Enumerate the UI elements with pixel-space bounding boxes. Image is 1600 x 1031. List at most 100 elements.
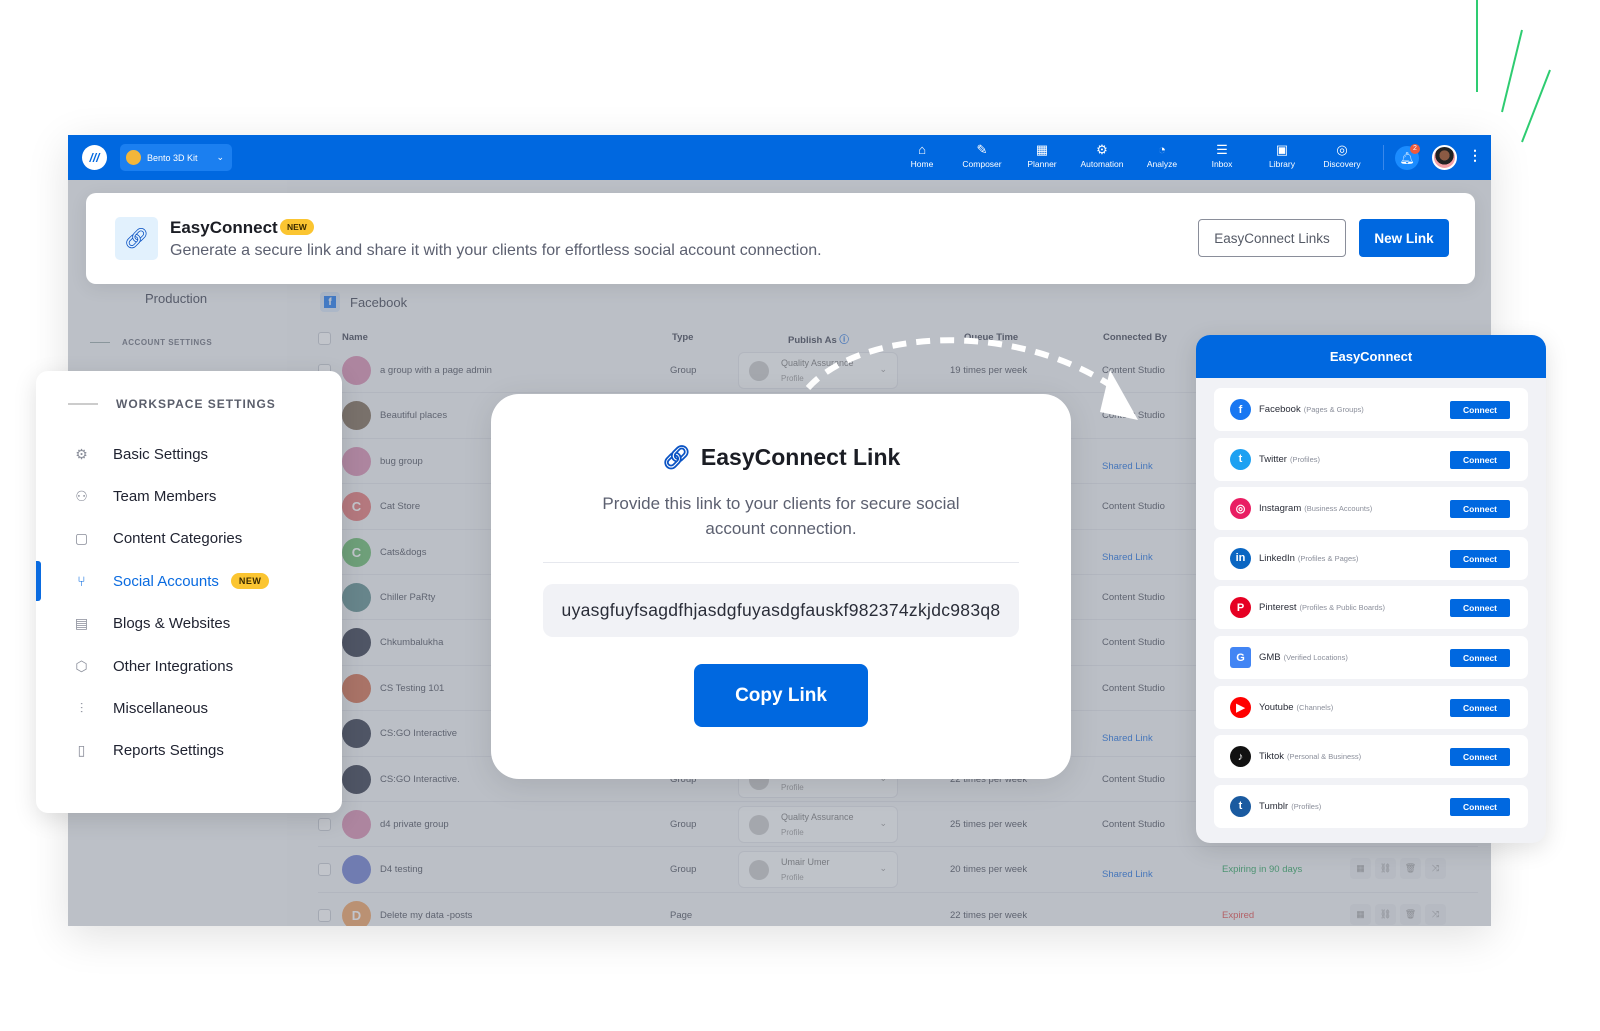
chat-icon: ☰: [1216, 142, 1228, 157]
connect-button[interactable]: Connect: [1450, 649, 1510, 667]
settings-item-label: Team Members: [113, 487, 217, 505]
branch-icon: ⑂: [77, 573, 86, 590]
platform-description: (Verified Locations): [1283, 653, 1348, 662]
platform-row-gmb: G GMB (Verified Locations) Connect: [1214, 636, 1528, 679]
nav-label: Analyze: [1146, 159, 1178, 169]
connect-button[interactable]: Connect: [1450, 599, 1510, 618]
platform-name: Youtube: [1259, 701, 1294, 713]
new-badge: NEW: [230, 573, 270, 590]
platform-row-twitter: t Twitter (Profiles) Connect: [1214, 437, 1528, 481]
new-link-button[interactable]: New Link: [1359, 219, 1449, 257]
gear-icon: ⚙: [75, 445, 88, 462]
settings-item-team-members[interactable]: ⚇ Team Members: [36, 478, 342, 514]
platform-name: Pinterest: [1259, 602, 1297, 614]
settings-item-content-categories[interactable]: ▢ Content Categories: [36, 521, 342, 557]
platform-name: Facebook: [1259, 404, 1301, 415]
platform-row-facebook: f Facebook (Pages & Groups) Connect: [1214, 388, 1528, 431]
settings-item-basic-settings[interactable]: ⚙ Basic Settings: [36, 436, 342, 472]
document-icon: ▯: [77, 742, 86, 759]
platform-name: Tumblr: [1259, 800, 1289, 812]
platform-row-instagram: ◎ Instagram (Business Accounts) Connect: [1214, 487, 1528, 531]
connect-button[interactable]: Connect: [1450, 500, 1510, 519]
calendar-icon: ▦: [1035, 142, 1049, 157]
pencil-icon: ✎: [976, 142, 988, 157]
settings-item-social-accounts[interactable]: ⑂ Social Accounts NEW: [36, 561, 342, 602]
hexagon-icon: ⬡: [75, 657, 88, 674]
facebook-icon: f: [1230, 399, 1251, 420]
platform-name: LinkedIn: [1259, 552, 1295, 564]
connect-button[interactable]: Connect: [1450, 698, 1510, 717]
platform-row-pinterest: P Pinterest (Profiles & Public Boards) Conn…: [1214, 586, 1528, 630]
platform-description: (Personal & Business): [1286, 752, 1362, 762]
easyconnect-banner: 🔗︎ EasyConnect NEW Generate a secure lin…: [86, 193, 1475, 284]
settings-item-miscellaneous[interactable]: ⫶ Miscellaneous: [36, 690, 342, 726]
workspace-switcher[interactable]: Bento 3D Kit ⌄: [120, 144, 232, 171]
more-vertical-icon[interactable]: ⋮: [1468, 147, 1482, 164]
settings-item-label: Reports Settings: [113, 742, 224, 760]
platform-description: (Channels): [1296, 702, 1334, 712]
home-icon: ⌂: [918, 142, 926, 157]
user-avatar[interactable]: [1432, 145, 1457, 170]
settings-item-label: Basic Settings: [113, 445, 209, 463]
connect-button[interactable]: Connect: [1450, 401, 1510, 419]
twitter-icon: t: [1230, 448, 1251, 470]
connect-button[interactable]: Connect: [1450, 748, 1510, 767]
nav-library[interactable]: ▣ Library: [1252, 141, 1312, 169]
platform-description: (Pages & Groups): [1303, 405, 1364, 414]
nav-home[interactable]: ⌂ Home: [892, 141, 952, 169]
platform-row-tiktok: ♪ Tiktok (Personal & Business) Connect: [1214, 735, 1528, 779]
settings-item-blogs-websites[interactable]: ▤ Blogs & Websites: [36, 606, 342, 642]
connect-button[interactable]: Connect: [1450, 450, 1510, 469]
platform-name: Instagram: [1259, 503, 1302, 515]
users-icon: ⚇: [75, 487, 88, 504]
nav-label: Discovery: [1323, 159, 1361, 169]
banner-title: EasyConnect: [170, 218, 278, 237]
modal-subtitle: Provide this link to your clients for se…: [602, 494, 960, 538]
easyconnect-links-button[interactable]: EasyConnect Links: [1198, 219, 1346, 257]
app-logo[interactable]: ///: [82, 145, 107, 170]
workspace-settings-heading: WORKSPACE SETTINGS: [68, 397, 276, 411]
top-bar: /// Bento 3D Kit ⌄ ⌂ Home ✎ Composer ▦ Planner…: [68, 135, 1491, 180]
sliders-icon: ⫶: [79, 699, 84, 716]
nav-automation[interactable]: ⚙ Automation: [1072, 141, 1132, 169]
notification-count: 2: [1410, 144, 1420, 154]
banner-subtitle: Generate a secure link and share it with…: [170, 242, 822, 259]
settings-item-label: Blogs & Websites: [113, 615, 231, 633]
connect-button[interactable]: Connect: [1450, 549, 1510, 568]
platform-description: (Profiles): [1291, 801, 1322, 811]
nav-label: Planner: [1027, 159, 1057, 169]
nav-label: Library: [1269, 159, 1295, 169]
settings-item-other-integrations[interactable]: ⬡ Other Integrations: [36, 648, 342, 684]
settings-item-label: Other Integrations: [113, 657, 234, 675]
tumblr-icon: t: [1230, 795, 1251, 817]
copy-link-button[interactable]: Copy Link: [694, 664, 868, 727]
nav-label: Composer: [962, 159, 1002, 169]
tiktok-icon: ♪: [1230, 746, 1251, 768]
nav-inbox[interactable]: ☰ Inbox: [1192, 141, 1252, 169]
platform-name: GMB: [1259, 652, 1281, 663]
link-icon: 🔗︎: [115, 217, 158, 260]
nav-analyze[interactable]: ◔ Analyze: [1132, 141, 1192, 169]
settings-item-label: Content Categories: [113, 530, 243, 548]
easyconnect-panel-title: EasyConnect: [1196, 335, 1546, 378]
divider: [543, 562, 1019, 563]
nav-composer[interactable]: ✎ Composer: [952, 141, 1012, 169]
platform-row-tumblr: t Tumblr (Profiles) Connect: [1214, 784, 1528, 828]
modal-title: 🔗︎ EasyConnect Link: [661, 444, 901, 470]
workspace-label: Bento 3D Kit: [147, 152, 198, 163]
instagram-icon: ◎: [1230, 498, 1251, 520]
nav-label: Inbox: [1211, 159, 1233, 169]
nav-planner[interactable]: ▦ Planner: [1012, 141, 1072, 169]
nav-discovery[interactable]: ◎ Discovery: [1312, 141, 1372, 169]
platform-row-youtube: ▶ Youtube (Channels) Connect: [1214, 685, 1528, 729]
settings-item-reports-settings[interactable]: ▯ Reports Settings: [36, 733, 342, 769]
platform-description: (Profiles & Public Boards): [1299, 603, 1385, 613]
layout-icon: ▤: [74, 615, 89, 632]
platform-name: Twitter: [1259, 453, 1287, 465]
settings-item-label: Miscellaneous: [113, 699, 209, 717]
easyconnect-link-modal: 🔗︎ EasyConnect Link Provide this link to …: [491, 394, 1071, 779]
nav-label: Automation: [1080, 159, 1124, 169]
link-icon: 🔗︎: [661, 444, 691, 470]
link-field[interactable]: uyasgfuyfsagdfhjasdgfuyasdgfauskf982374z…: [543, 584, 1019, 637]
connect-button[interactable]: Connect: [1450, 797, 1510, 816]
